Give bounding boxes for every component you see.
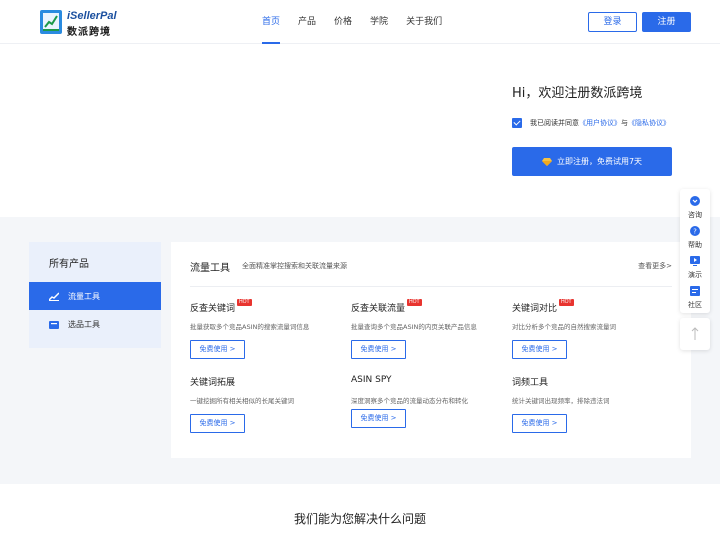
sidebar-title: 所有产品 [49, 259, 89, 270]
community-label: 社区 [688, 301, 702, 309]
user-agreement-link[interactable]: 《用户协议》 [579, 118, 621, 128]
tool-desc: 对比分析多个竞品的自然搜索流量词 [512, 323, 616, 331]
play-icon [690, 256, 700, 266]
logo-icon [40, 10, 62, 34]
floating-toolbar: 咨询 ? 帮助 演示 社区 [680, 189, 710, 313]
tool-desc: 统计关键词出现频率，排除违法词 [512, 397, 610, 405]
tool-desc: 批量查询多个竞品ASIN的内页关联产品信息 [351, 323, 477, 331]
demo-label: 演示 [688, 271, 702, 279]
agree-prefix: 我已阅读并同意 [530, 119, 579, 127]
panel-title: 流量工具 [190, 263, 230, 274]
products-section: 所有产品 流量工具 选品工具 流量工具 全面精准掌控搜索和关联流量来源 查看更多… [0, 217, 720, 484]
view-more-link[interactable]: 查看更多> [638, 261, 672, 271]
hero-section [0, 45, 720, 217]
sidebar-item-label: 选品工具 [68, 319, 100, 329]
hot-badge: HOT [237, 299, 252, 306]
privacy-agreement-link[interactable]: 《隐私协议》 [628, 118, 670, 128]
nav-products[interactable]: 产品 [298, 0, 316, 44]
logo-text-en: iSellerPal [67, 10, 117, 22]
arrow-up-icon [691, 327, 699, 340]
consult-button[interactable]: 咨询 [680, 191, 710, 221]
tools-panel: 流量工具 全面精准掌控搜索和关联流量来源 查看更多> 反查关键词 HOT 批量获取… [171, 242, 691, 458]
free-use-button[interactable]: 免费使用 > [512, 340, 567, 359]
logo-text-cn: 数派跨境 [67, 27, 111, 38]
nav-pricing[interactable]: 价格 [334, 0, 352, 44]
tool-card: 词频工具 统计关键词出现频率，排除违法词 免费使用 > [512, 375, 662, 435]
box-icon [49, 320, 59, 329]
tool-name: 反查关联流量 HOT [351, 299, 422, 314]
tool-card: 关键词拓展 一键挖掘所有相关相似的长尾关键词 免费使用 > [190, 375, 340, 435]
tool-card: ASIN SPY 深度洞察多个竞品的流量动态分布和转化 免费使用 > [351, 375, 501, 435]
tool-name-text: 反查关联流量 [351, 304, 406, 314]
tool-name: ASIN SPY [351, 375, 392, 385]
register-trial-button[interactable]: 立即注册，免费试用7天 [512, 147, 672, 176]
tool-name: 关键词拓展 [190, 378, 236, 388]
hero-title: Hi，欢迎注册数派跨境 [512, 86, 643, 101]
login-button[interactable]: 登录 [588, 12, 637, 32]
free-use-button[interactable]: 免费使用 > [351, 409, 406, 428]
logo[interactable]: iSellerPal 数派跨境 [40, 10, 150, 38]
hot-badge: HOT [559, 299, 574, 306]
tool-name: 关键词对比 HOT [512, 299, 574, 314]
help-button[interactable]: ? 帮助 [680, 221, 710, 251]
sidebar-item-selection-tools[interactable]: 选品工具 [29, 310, 161, 338]
tool-card: 关键词对比 HOT 对比分析多个竞品的自然搜索流量词 免费使用 > [512, 299, 662, 361]
demo-button[interactable]: 演示 [680, 251, 710, 281]
chevron-down-icon [690, 196, 700, 206]
sidebar-item-traffic-tools[interactable]: 流量工具 [29, 282, 161, 310]
tool-card: 反查关联流量 HOT 批量查询多个竞品ASIN的内页关联产品信息 免费使用 > [351, 299, 501, 361]
tool-name: 词频工具 [512, 378, 549, 388]
chart-icon [49, 291, 59, 301]
diamond-icon [541, 157, 552, 166]
register-button[interactable]: 注册 [642, 12, 691, 32]
back-to-top-button[interactable] [680, 318, 710, 350]
tool-desc: 深度洞察多个竞品的流量动态分布和转化 [351, 397, 468, 405]
help-icon: ? [690, 226, 700, 236]
panel-subtitle: 全面精准掌控搜索和关联流量来源 [242, 262, 347, 270]
community-icon [690, 286, 700, 296]
cta-label: 立即注册，免费试用7天 [556, 157, 643, 166]
tool-name-text: 反查关键词 [190, 304, 236, 314]
tool-desc: 一键挖掘所有相关相似的长尾关键词 [190, 397, 294, 405]
tool-name: 反查关键词 HOT [190, 299, 252, 314]
community-button[interactable]: 社区 [680, 281, 710, 311]
free-use-button[interactable]: 免费使用 > [190, 414, 245, 433]
tool-card: 反查关键词 HOT 批量获取多个竞品ASIN的搜索流量词信息 免费使用 > [190, 299, 340, 361]
agree-and: 与 [621, 119, 628, 127]
top-header: iSellerPal 数派跨境 首页 产品 价格 学院 关于我们 登录 注册 [0, 0, 720, 44]
agree-checkbox[interactable] [512, 118, 522, 128]
product-sidebar: 所有产品 流量工具 选品工具 [29, 242, 161, 348]
section-heading: 我们能为您解决什么问题 [293, 512, 426, 526]
free-use-button[interactable]: 免费使用 > [512, 414, 567, 433]
help-label: 帮助 [688, 241, 702, 249]
hot-badge: HOT [407, 299, 422, 306]
svg-text:?: ? [693, 228, 697, 236]
nav-about[interactable]: 关于我们 [406, 0, 442, 44]
main-nav: 首页 产品 价格 学院 关于我们 [262, 0, 460, 44]
consult-label: 咨询 [688, 211, 702, 219]
free-use-button[interactable]: 免费使用 > [351, 340, 406, 359]
nav-academy[interactable]: 学院 [370, 0, 388, 44]
sidebar-item-label: 流量工具 [68, 291, 100, 301]
tool-name-text: 关键词对比 [512, 304, 558, 314]
free-use-button[interactable]: 免费使用 > [190, 340, 245, 359]
divider [190, 286, 672, 287]
tool-desc: 批量获取多个竞品ASIN的搜索流量词信息 [190, 323, 310, 331]
nav-home[interactable]: 首页 [262, 0, 281, 44]
agreement-row: 我已阅读并同意 《用户协议》 与 《隐私协议》 [512, 117, 670, 129]
